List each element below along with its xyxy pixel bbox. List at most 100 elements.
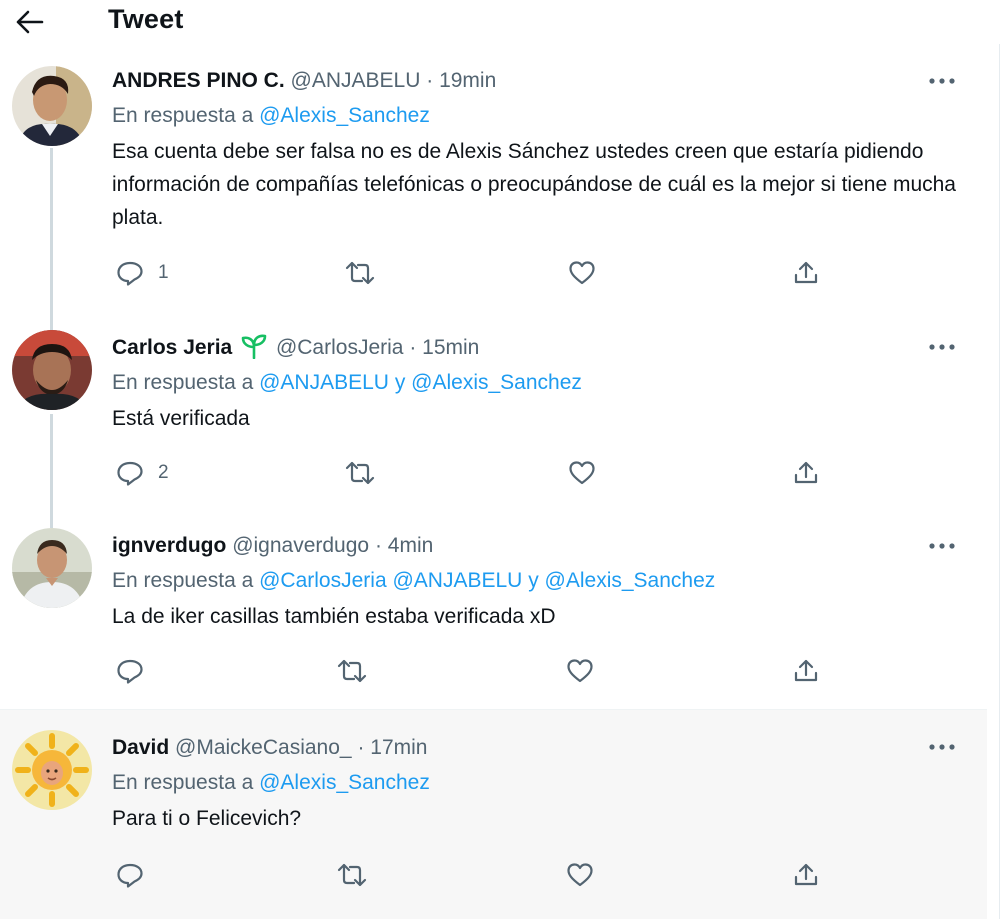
share-icon <box>792 862 820 888</box>
reply-icon <box>116 862 144 888</box>
reply-icon <box>116 460 144 486</box>
reply-button[interactable]: 2 <box>116 458 169 488</box>
reply-icon <box>116 658 144 684</box>
replying-to: En respuesta a @Alexis_Sanchez <box>112 101 967 131</box>
tweet-text: Para ti o Felicevich? <box>112 807 302 830</box>
tweet-meta: ANDRES PINO C. @ANJABELU · 19min <box>112 67 967 95</box>
tweet-content: David @MaickeCasiano_ · 17min En respues… <box>112 734 967 835</box>
more-options-button[interactable] <box>927 735 957 759</box>
retweet-button[interactable] <box>344 458 376 488</box>
avatar[interactable] <box>12 528 92 608</box>
share-icon <box>792 658 820 684</box>
more-dots-icon <box>929 744 955 750</box>
tweet-meta: David @MaickeCasiano_ · 17min <box>112 734 967 762</box>
heart-icon <box>568 260 596 286</box>
meta-separator: · <box>357 736 365 759</box>
like-button[interactable] <box>566 656 594 686</box>
meta-separator: · <box>374 534 382 557</box>
replying-to: En respuesta a @Alexis_Sanchez <box>112 768 967 798</box>
author-handle[interactable]: @CarlosJeria <box>276 336 404 359</box>
thread-line <box>50 148 53 310</box>
tweet-text: Está verificada <box>112 407 250 430</box>
action-bar: 2 <box>112 458 832 488</box>
tweet-thread-view: Tweet ANDRES PINO C. @ANJABELU · 19min E… <box>0 0 1000 919</box>
thread-line <box>50 414 53 510</box>
like-button[interactable] <box>566 860 594 890</box>
tweet-content: ANDRES PINO C. @ANJABELU · 19min En resp… <box>112 67 967 234</box>
heart-icon <box>568 460 596 486</box>
more-options-button[interactable] <box>927 534 957 558</box>
share-icon <box>792 460 820 486</box>
retweet-icon <box>344 260 376 286</box>
share-button[interactable] <box>792 656 820 686</box>
author-name[interactable]: ignverdugo <box>112 534 226 557</box>
heart-icon <box>566 658 594 684</box>
reply-button[interactable]: 1 <box>116 258 169 288</box>
reply-button[interactable] <box>116 860 158 890</box>
share-button[interactable] <box>792 860 820 890</box>
tweet-content: Carlos Jeria @CarlosJeria · 15min En res… <box>112 333 967 435</box>
tweet-time[interactable]: 17min <box>370 736 427 759</box>
tweet-text: Esa cuenta debe ser falsa no es de Alexi… <box>112 140 956 229</box>
retweet-button[interactable] <box>336 860 368 890</box>
retweet-button[interactable] <box>336 656 368 686</box>
tweet-time[interactable]: 15min <box>422 336 479 359</box>
more-dots-icon <box>929 543 955 549</box>
mention-link[interactable]: @Alexis_Sanchez <box>545 569 716 592</box>
tweet-reply[interactable]: ignverdugo @ignaverdugo · 4min En respue… <box>0 510 987 710</box>
replying-to: En respuesta a @ANJABELU y @Alexis_Sanch… <box>112 368 967 398</box>
avatar[interactable] <box>12 730 92 810</box>
author-name[interactable]: David <box>112 736 169 759</box>
more-options-button[interactable] <box>927 335 957 359</box>
reply-count: 1 <box>158 262 169 283</box>
arrow-left-icon <box>15 9 45 35</box>
like-button[interactable] <box>568 458 596 488</box>
tweet-time[interactable]: 4min <box>388 534 434 557</box>
mention-link[interactable]: @Alexis_Sanchez <box>411 371 582 394</box>
back-button[interactable] <box>12 4 48 40</box>
retweet-icon <box>344 460 376 486</box>
sprout-icon <box>240 333 268 359</box>
like-button[interactable] <box>568 258 596 288</box>
retweet-icon <box>336 862 368 888</box>
tweet-text: La de iker casillas también estaba verif… <box>112 605 556 628</box>
tweet-reply[interactable]: ANDRES PINO C. @ANJABELU · 19min En resp… <box>0 44 987 310</box>
action-bar <box>112 656 832 686</box>
author-handle[interactable]: @ignaverdugo <box>232 534 369 557</box>
meta-separator: · <box>409 336 417 359</box>
retweet-icon <box>336 658 368 684</box>
mention-link[interactable]: @Alexis_Sanchez <box>259 771 430 794</box>
tweet-meta: Carlos Jeria @CarlosJeria · 15min <box>112 333 967 362</box>
more-options-button[interactable] <box>927 69 957 93</box>
reply-icon <box>116 260 144 286</box>
tweet-time[interactable]: 19min <box>439 69 496 92</box>
mention-conjunction: y <box>394 371 406 394</box>
retweet-button[interactable] <box>344 258 376 288</box>
mention-link[interactable]: @ANJABELU <box>392 569 522 592</box>
share-button[interactable] <box>792 458 820 488</box>
tweet-meta: ignverdugo @ignaverdugo · 4min <box>112 532 967 560</box>
mention-link[interactable]: @ANJABELU <box>259 371 389 394</box>
author-name[interactable]: Carlos Jeria <box>112 336 232 359</box>
mention-link[interactable]: @CarlosJeria <box>259 569 387 592</box>
share-button[interactable] <box>792 258 820 288</box>
author-handle[interactable]: @ANJABELU <box>291 69 421 92</box>
action-bar <box>112 860 832 890</box>
author-handle[interactable]: @MaickeCasiano_ <box>175 736 352 759</box>
tweet-reply[interactable]: David @MaickeCasiano_ · 17min En respues… <box>0 710 987 919</box>
action-bar: 1 <box>112 258 832 288</box>
meta-separator: · <box>426 69 434 92</box>
mention-conjunction: y <box>528 569 539 592</box>
author-name[interactable]: ANDRES PINO C. <box>112 69 285 92</box>
share-icon <box>792 260 820 286</box>
tweet-reply[interactable]: Carlos Jeria @CarlosJeria · 15min En res… <box>0 310 987 510</box>
replying-to: En respuesta a @CarlosJeria @ANJABELU y … <box>112 566 967 596</box>
avatar[interactable] <box>12 330 92 410</box>
thread-line <box>50 310 53 330</box>
tweet-content: ignverdugo @ignaverdugo · 4min En respue… <box>112 532 967 633</box>
replying-to-label: En respuesta a <box>112 771 254 794</box>
page-title: Tweet <box>108 4 184 34</box>
reply-button[interactable] <box>116 656 158 686</box>
mention-link[interactable]: @Alexis_Sanchez <box>259 104 430 127</box>
avatar[interactable] <box>12 66 92 146</box>
